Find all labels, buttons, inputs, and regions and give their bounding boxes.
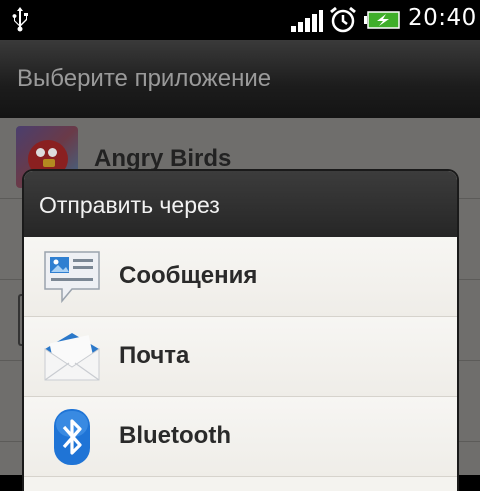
- share-option-label: Сообщения: [119, 262, 258, 289]
- share-option-label: Почта: [119, 342, 190, 369]
- page-title: Выберите приложение: [17, 65, 272, 92]
- mail-icon: [44, 333, 100, 381]
- dialog-title: Отправить через: [39, 192, 220, 218]
- usb-icon: [12, 7, 28, 32]
- share-option-messages[interactable]: Сообщения: [24, 237, 457, 317]
- clock: 20:40: [408, 5, 477, 31]
- dialog-header: Отправить через: [24, 171, 457, 237]
- share-dialog: Отправить через Сообщения Почта Bluetoot…: [24, 171, 457, 491]
- signal-icon: [291, 10, 323, 32]
- bluetooth-icon: [54, 409, 90, 465]
- battery-charging-icon: [364, 11, 400, 29]
- alarm-icon: [330, 6, 356, 33]
- status-bar: 20:40: [0, 0, 480, 40]
- messages-icon: [44, 251, 100, 304]
- app-label: Angry Birds: [94, 145, 232, 172]
- chooser-header: Выберите приложение: [0, 40, 480, 119]
- share-option-label: Bluetooth: [119, 422, 231, 449]
- share-option-bluetooth[interactable]: Bluetooth: [24, 397, 457, 477]
- share-option-mail[interactable]: Почта: [24, 317, 457, 397]
